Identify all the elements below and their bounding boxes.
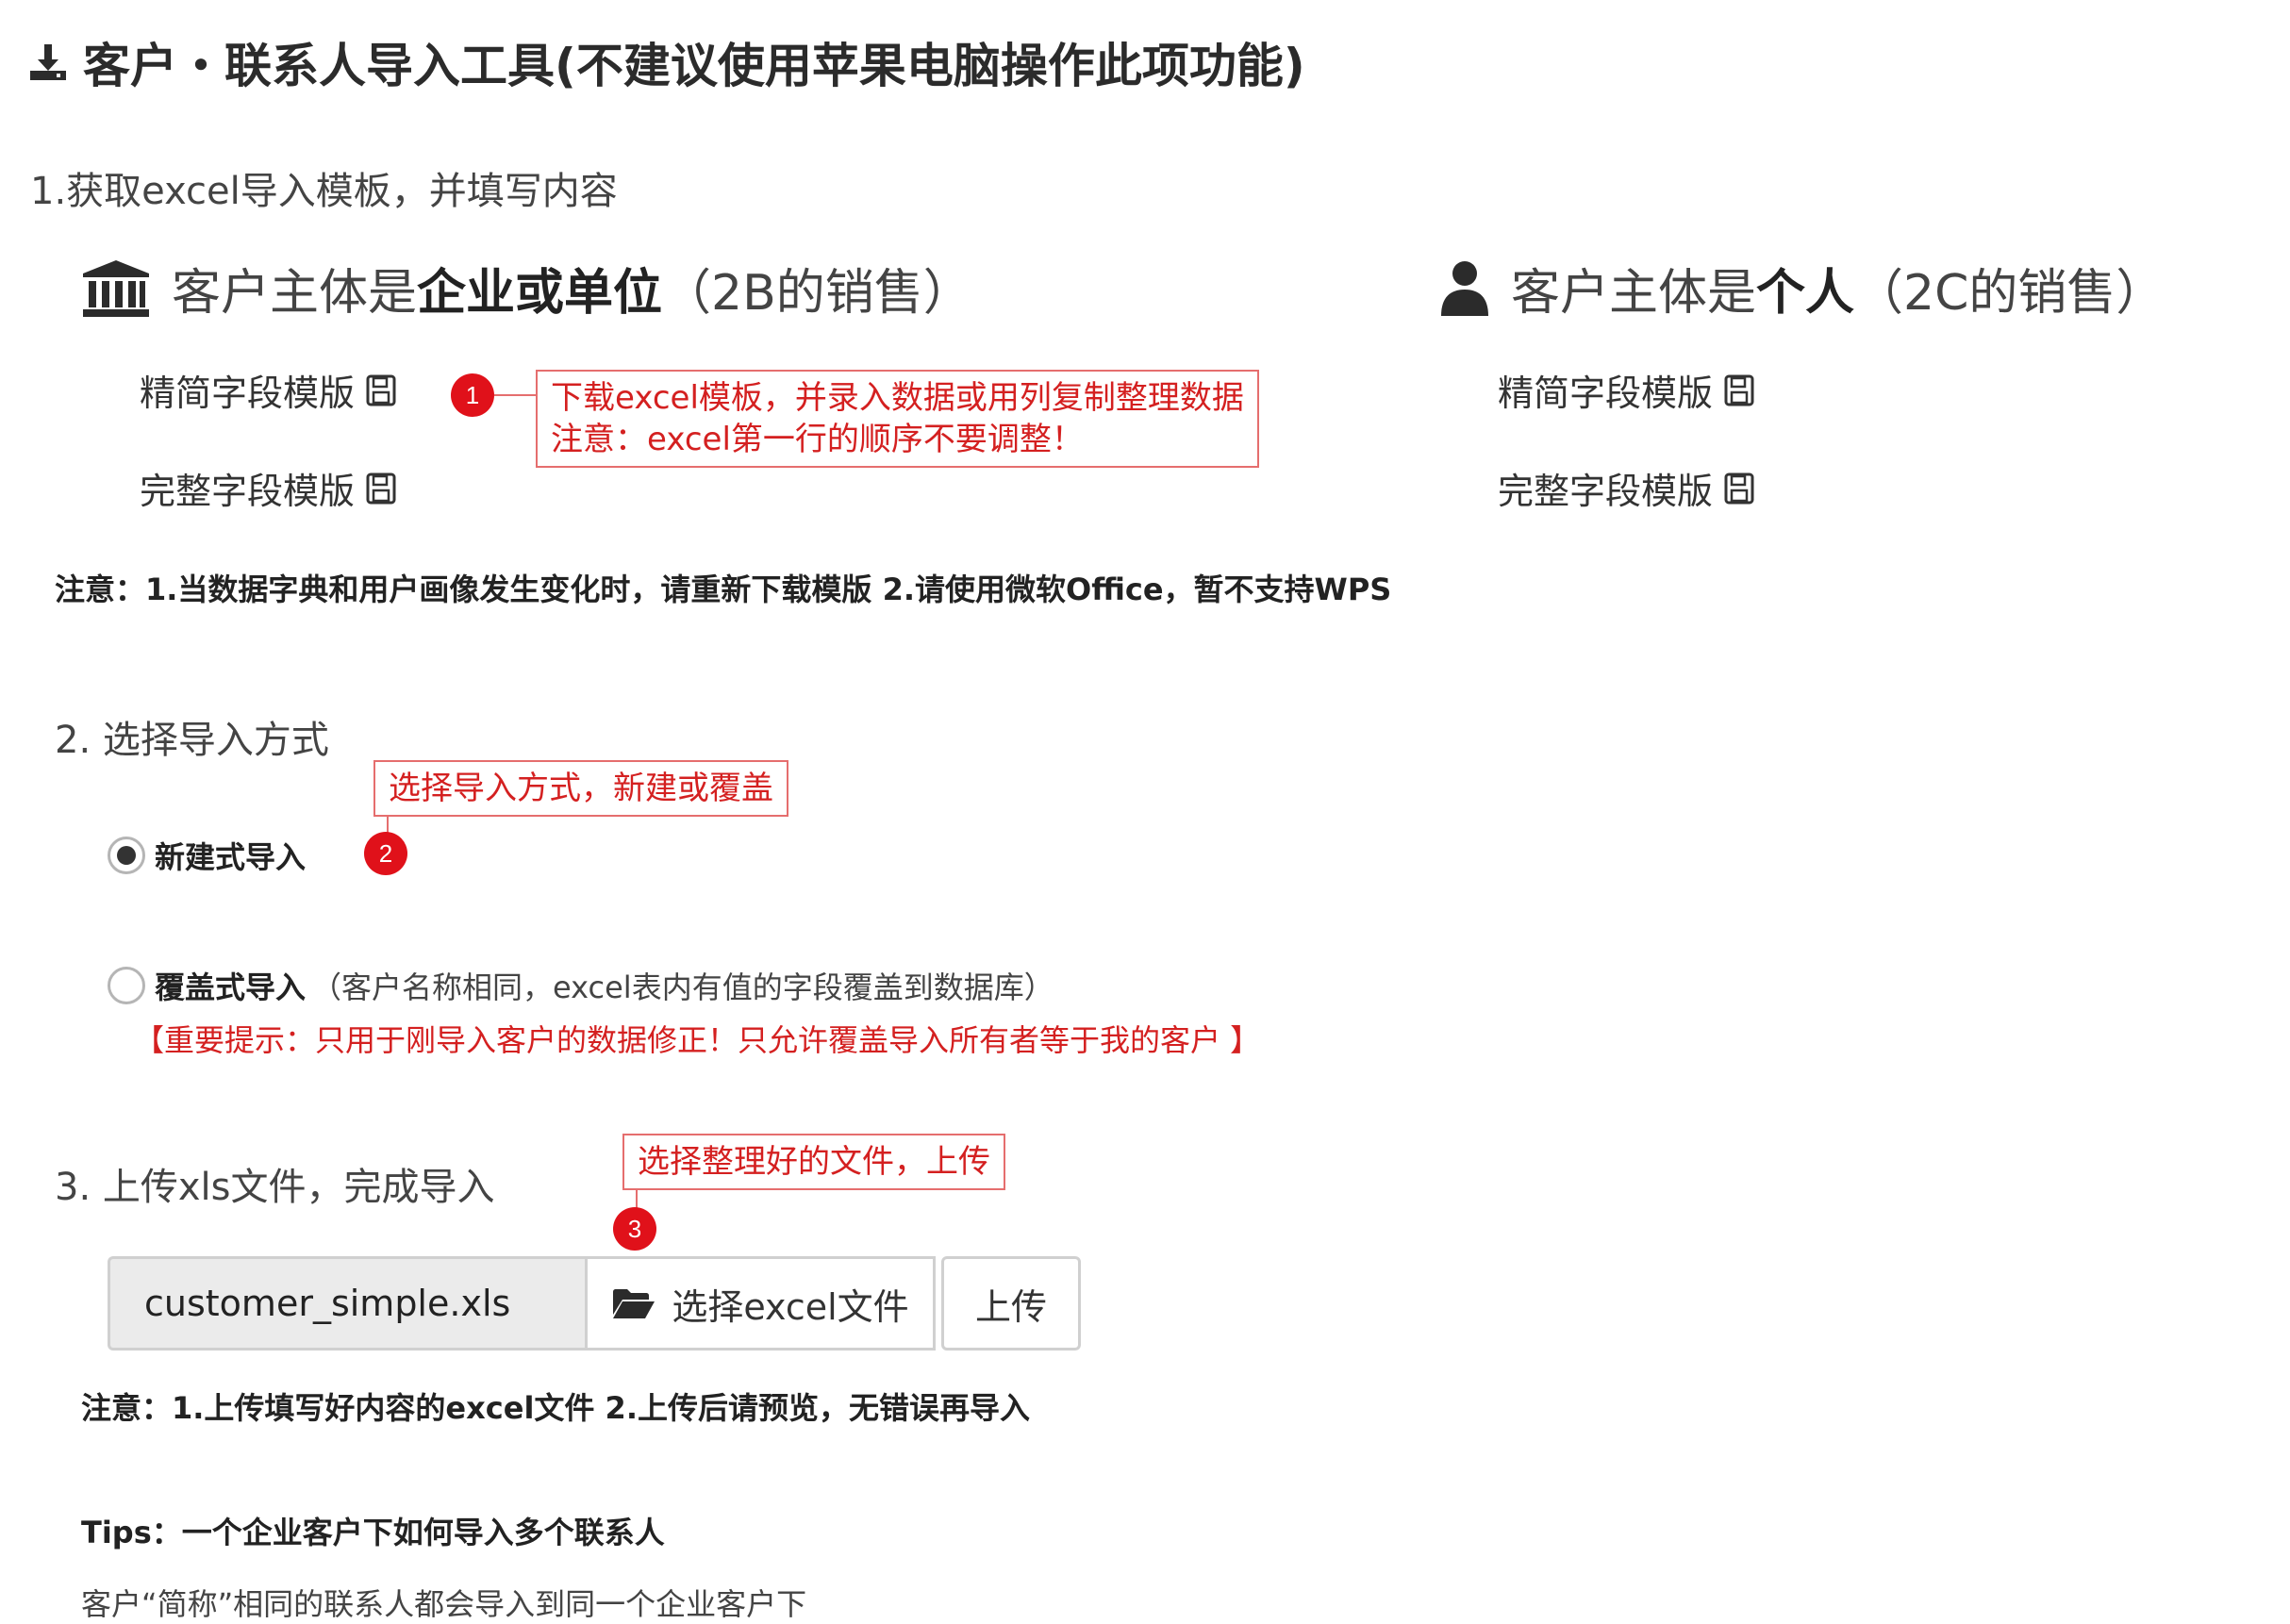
tips-body: 客户“简称”相同的联系人都会导入到同一个企业客户下 [81, 1586, 807, 1622]
annotation-callout-1: 下载excel模板，并录入数据或用列复制整理数据 注意：excel第一行的顺序不… [536, 370, 1259, 468]
individual-simple-template-link[interactable]: 精简字段模版 [1498, 364, 1754, 416]
step3-title: 3. 上传xls文件，完成导入 [55, 1166, 495, 1209]
enterprise-full-template-label: 完整字段模版 [140, 471, 356, 512]
overwrite-warning: 【重要提示：只用于刚导入客户的数据修正！只允许覆盖导入所有者等于我的客户 】 [134, 1022, 1261, 1058]
upload-button[interactable]: 上传 [941, 1256, 1081, 1351]
choose-excel-file-button[interactable]: 选择excel文件 [585, 1256, 936, 1351]
save-icon [366, 472, 396, 505]
new-import-label: 新建式导入 [155, 839, 307, 875]
overwrite-import-label: 覆盖式导入 [155, 969, 307, 1005]
save-icon [1724, 374, 1754, 406]
individual-full-template-label: 完整字段模版 [1498, 471, 1714, 512]
annotation-callout-3: 选择整理好的文件，上传 [622, 1134, 1005, 1190]
import-mode-new-option[interactable]: 新建式导入 [108, 834, 306, 877]
enterprise-bold: 企业或单位 [417, 265, 663, 322]
enterprise-simple-template-link[interactable]: 精简字段模版 [140, 364, 396, 416]
annotation-badge-1: 1 [451, 373, 494, 417]
enterprise-prefix: 客户主体是 [172, 265, 418, 322]
new-import-radio[interactable] [108, 837, 145, 874]
annotation-1-line2: 注意：excel第一行的顺序不要调整！ [551, 421, 1084, 458]
page-title-text: 客户・联系人导入工具(不建议使用苹果电脑操作此项功能) [83, 39, 1305, 93]
enterprise-subject-heading: 客户主体是 企业或单位 （2B的销售） [81, 253, 972, 323]
step2-title: 2. 选择导入方式 [55, 719, 329, 762]
page-title: 客户・联系人导入工具(不建议使用苹果电脑操作此项功能) [28, 28, 1305, 96]
selected-file-field[interactable]: customer_simple.xls [108, 1256, 585, 1351]
step1-title: 1.获取excel导入模板，并填写内容 [30, 170, 618, 213]
step1-note: 注意：1.当数据字典和用户画像发生变化时，请重新下载模版 2.请使用微软Offi… [55, 572, 1392, 607]
annotation-callout-2: 选择导入方式，新建或覆盖 [373, 760, 788, 817]
individual-suffix: （2C的销售） [1854, 265, 2166, 322]
individual-subject-heading: 客户主体是 个人 （2C的销售） [1439, 253, 2165, 323]
overwrite-import-desc: （客户名称相同，excel表内有值的字段覆盖到数据库） [311, 969, 1054, 1005]
individual-simple-template-label: 精简字段模版 [1498, 373, 1714, 414]
tips-title: Tips：一个企业客户下如何导入多个联系人 [81, 1515, 665, 1550]
enterprise-simple-template-label: 精简字段模版 [140, 373, 356, 414]
import-mode-overwrite-option[interactable]: 覆盖式导入 （客户名称相同，excel表内有值的字段覆盖到数据库） [108, 964, 1054, 1007]
bank-icon [83, 259, 149, 317]
save-icon [366, 374, 396, 406]
enterprise-suffix: （2B的销售） [662, 265, 972, 322]
download-icon [30, 44, 66, 80]
individual-prefix: 客户主体是 [1511, 265, 1757, 322]
enterprise-full-template-link[interactable]: 完整字段模版 [140, 462, 396, 514]
annotation-badge-3: 3 [613, 1207, 656, 1251]
annotation-connector-1 [494, 394, 536, 396]
individual-bold: 个人 [1756, 265, 1855, 322]
folder-open-icon [613, 1289, 655, 1318]
annotation-connector-3 [636, 1188, 638, 1209]
choose-excel-file-label: 选择excel文件 [672, 1285, 909, 1328]
user-icon [1441, 260, 1488, 316]
step3-note: 注意：1.上传填写好内容的excel文件 2.上传后请预览，无错误再导入 [81, 1390, 1030, 1426]
save-icon [1724, 472, 1754, 505]
annotation-1-line1: 下载excel模板，并录入数据或用列复制整理数据 [551, 379, 1244, 417]
annotation-badge-2: 2 [364, 832, 407, 875]
upload-group: customer_simple.xls 选择excel文件 上传 [108, 1256, 1081, 1351]
overwrite-import-radio[interactable] [108, 967, 145, 1004]
individual-full-template-link[interactable]: 完整字段模版 [1498, 462, 1754, 514]
